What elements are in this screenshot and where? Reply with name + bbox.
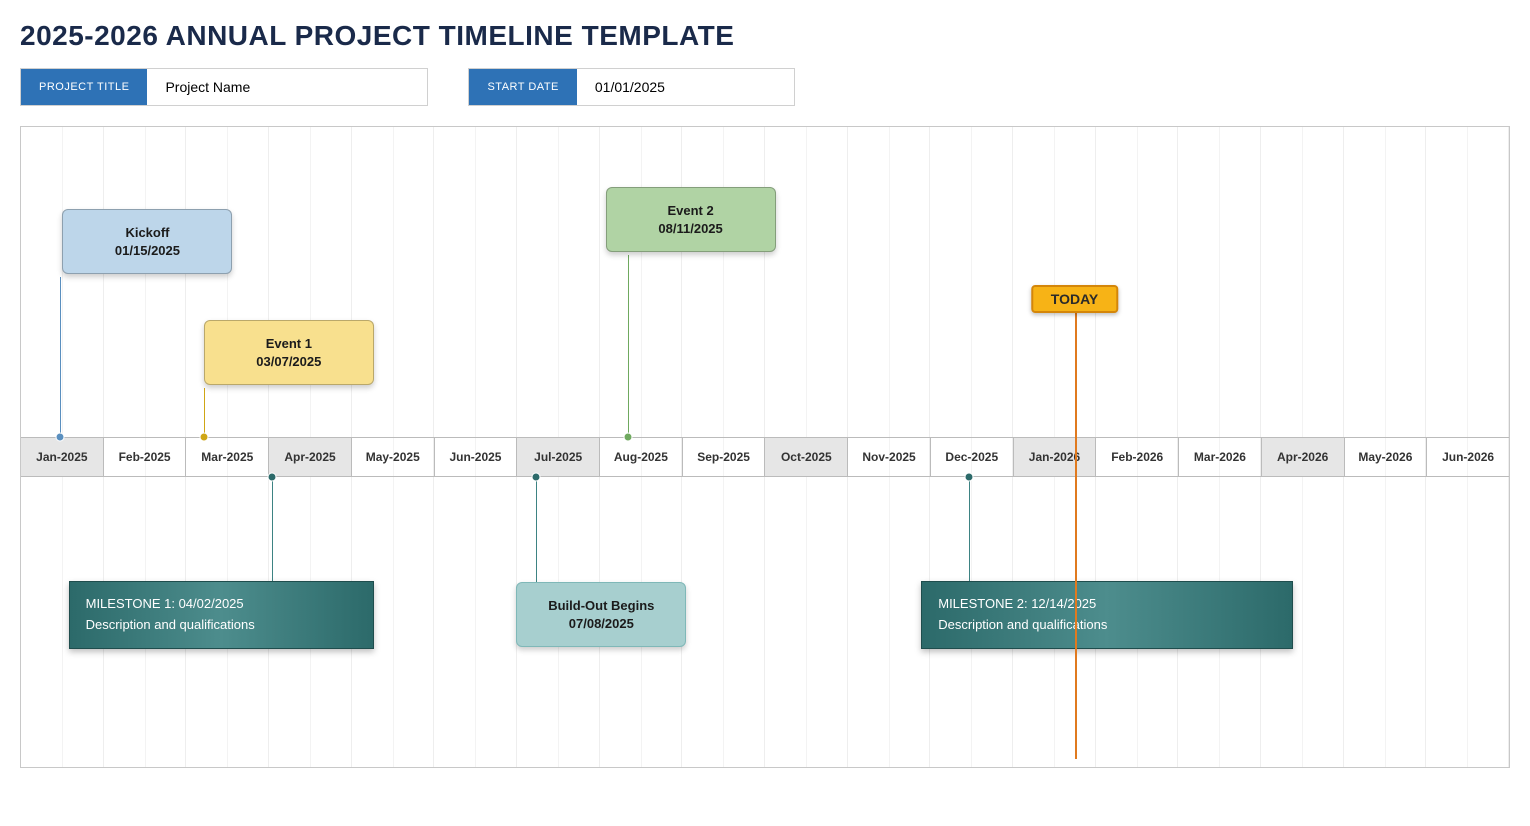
axis-month: Oct-2025: [765, 438, 848, 476]
event-event2[interactable]: Event 208/11/2025: [606, 187, 776, 252]
axis-month: Nov-2025: [848, 438, 931, 476]
axis-month: Dec-2025: [931, 438, 1014, 476]
axis-month: Jun-2026: [1427, 438, 1509, 476]
axis-month: Sep-2025: [683, 438, 766, 476]
axis-month: Feb-2026: [1096, 438, 1179, 476]
page-title: 2025-2026 ANNUAL PROJECT TIMELINE TEMPLA…: [20, 20, 1510, 52]
start-date-pair: START DATE: [468, 68, 794, 106]
timeline-container: Jan-2025Feb-2025Mar-2025Apr-2025May-2025…: [20, 126, 1510, 768]
axis-month: Aug-2025: [600, 438, 683, 476]
start-date-input[interactable]: [577, 69, 794, 105]
axis-month: Jan-2026: [1014, 438, 1097, 476]
event-kickoff[interactable]: Kickoff01/15/2025: [62, 209, 232, 274]
start-date-label: START DATE: [469, 69, 576, 105]
project-title-pair: PROJECT TITLE: [20, 68, 428, 106]
project-title-input[interactable]: [147, 69, 427, 105]
milestone2[interactable]: MILESTONE 2: 12/14/2025Description and q…: [921, 581, 1293, 649]
axis-month: Jun-2025: [435, 438, 518, 476]
axis-month: Apr-2026: [1262, 438, 1345, 476]
event-buildout[interactable]: Build-Out Begins07/08/2025: [516, 582, 686, 647]
axis-month: Jan-2025: [21, 438, 104, 476]
axis-month: Apr-2025: [269, 438, 352, 476]
axis-month: May-2026: [1345, 438, 1428, 476]
axis-month: Mar-2026: [1179, 438, 1262, 476]
event-event1[interactable]: Event 103/07/2025: [204, 320, 374, 385]
axis-month: Mar-2025: [186, 438, 269, 476]
axis-month: Jul-2025: [517, 438, 600, 476]
today-badge: TODAY: [1031, 285, 1118, 313]
axis-month: Feb-2025: [104, 438, 187, 476]
meta-row: PROJECT TITLE START DATE: [20, 68, 1510, 106]
milestone1[interactable]: MILESTONE 1: 04/02/2025Description and q…: [69, 581, 374, 649]
today-line: [1075, 302, 1077, 759]
axis-month: May-2025: [352, 438, 435, 476]
project-title-label: PROJECT TITLE: [21, 69, 147, 105]
